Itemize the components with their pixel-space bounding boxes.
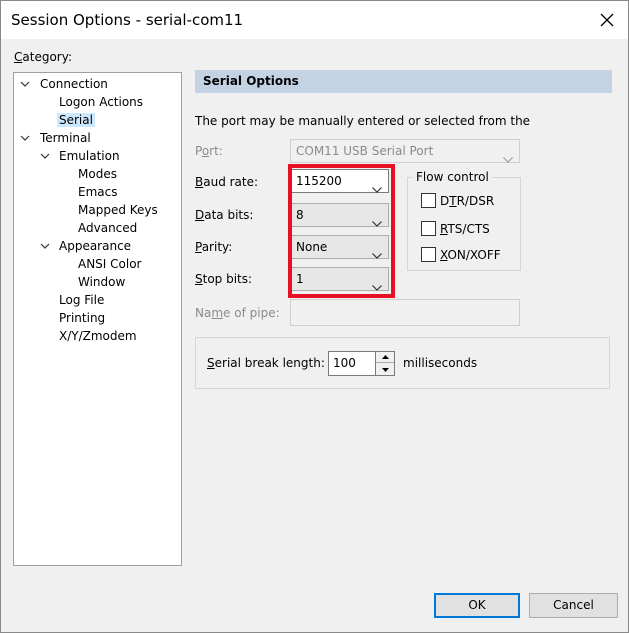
dtr-dsr-label: DTR/DSR	[440, 194, 495, 208]
collapse-icon[interactable]	[40, 241, 50, 251]
serial-break-label: Serial break length:	[207, 356, 325, 370]
rts-cts-checkbox[interactable]	[421, 221, 436, 236]
close-icon	[600, 13, 614, 27]
port-dropdown: COM11 USB Serial Port	[290, 139, 520, 163]
dtr-dsr-checkbox[interactable]	[421, 193, 436, 208]
serial-break-unit: milliseconds	[403, 356, 478, 370]
xon-xoff-checkbox[interactable]	[421, 247, 436, 262]
xon-xoff-label: XON/XOFF	[440, 248, 501, 262]
tree-item-appearance[interactable]: Appearance	[57, 237, 133, 255]
chevron-down-icon	[372, 276, 382, 298]
baud-rate-dropdown[interactable]: 115200	[290, 169, 389, 193]
serial-break-spinner[interactable]	[375, 351, 395, 376]
tree-item-ansi-color[interactable]: ANSI Color	[76, 255, 144, 273]
category-tree[interactable]: Connection Logon Actions Serial Terminal…	[13, 72, 182, 566]
chevron-down-icon	[372, 178, 382, 200]
tree-item-terminal[interactable]: Terminal	[38, 129, 93, 147]
collapse-icon[interactable]	[40, 151, 50, 161]
stop-bits-dropdown[interactable]: 1	[290, 267, 389, 291]
tree-item-emacs[interactable]: Emacs	[76, 183, 119, 201]
section-header: Serial Options	[195, 70, 612, 93]
serial-break-input[interactable]: 100	[328, 351, 376, 376]
baud-rate-value: 115200	[296, 174, 342, 188]
parity-label: Parity:	[195, 240, 233, 254]
tree-item-emulation[interactable]: Emulation	[57, 147, 122, 165]
spin-up-icon[interactable]	[376, 352, 394, 363]
port-label: Port:	[195, 144, 223, 158]
category-label: Category:	[14, 50, 72, 64]
collapse-icon[interactable]	[20, 79, 30, 89]
port-value: COM11 USB Serial Port	[296, 144, 434, 158]
stop-bits-label: Stop bits:	[195, 272, 253, 286]
rts-cts-label: RTS/CTS	[440, 222, 490, 236]
tree-item-xyzmodem[interactable]: X/Y/Zmodem	[57, 327, 139, 345]
parity-value: None	[296, 240, 328, 254]
chevron-down-icon	[372, 212, 382, 234]
pipe-name-input	[290, 299, 520, 326]
spin-down-icon[interactable]	[376, 364, 394, 375]
port-description: The port may be manually entered or sele…	[195, 114, 531, 128]
collapse-icon[interactable]	[20, 133, 30, 143]
tree-item-connection[interactable]: Connection	[38, 75, 110, 93]
session-options-dialog: Session Options - serial-com11 Category:…	[0, 0, 629, 633]
pipe-label: Name of pipe:	[195, 306, 280, 320]
stop-bits-value: 1	[296, 272, 304, 286]
close-button[interactable]	[587, 5, 627, 35]
parity-dropdown[interactable]: None	[290, 235, 389, 259]
window-title: Session Options - serial-com11	[11, 11, 244, 29]
data-bits-dropdown[interactable]: 8	[290, 203, 389, 227]
tree-item-serial[interactable]: Serial	[57, 111, 95, 129]
title-bar: Session Options - serial-com11	[1, 1, 628, 39]
tree-item-printing[interactable]: Printing	[57, 309, 107, 327]
chevron-down-icon	[503, 148, 513, 170]
flow-control-title: Flow control	[413, 170, 492, 184]
tree-item-logon-actions[interactable]: Logon Actions	[57, 93, 145, 111]
data-bits-label: Data bits:	[195, 208, 254, 222]
data-bits-value: 8	[296, 208, 304, 222]
cancel-button[interactable]: Cancel	[529, 593, 618, 618]
baud-rate-label: Baud rate:	[195, 175, 259, 189]
tree-item-log-file[interactable]: Log File	[57, 291, 106, 309]
tree-item-modes[interactable]: Modes	[76, 165, 119, 183]
tree-item-window[interactable]: Window	[76, 273, 127, 291]
ok-button[interactable]: OK	[434, 593, 520, 618]
tree-item-mapped-keys[interactable]: Mapped Keys	[76, 201, 160, 219]
chevron-down-icon	[372, 244, 382, 266]
tree-item-advanced[interactable]: Advanced	[76, 219, 139, 237]
